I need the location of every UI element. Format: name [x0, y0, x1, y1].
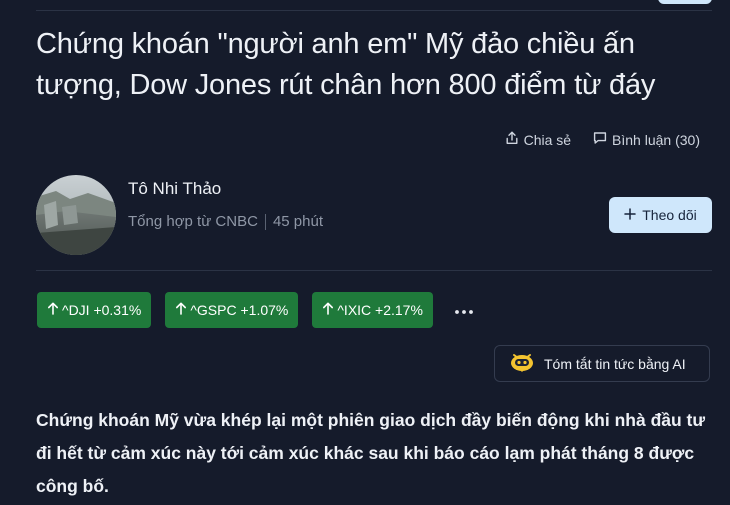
follow-label: Theo dõi [642, 207, 697, 223]
top-divider [36, 10, 712, 11]
follow-button[interactable]: Theo dõi [609, 197, 712, 233]
ai-summary-label: Tóm tắt tin tức bằng AI [544, 355, 686, 372]
comment-icon [593, 131, 607, 148]
arrow-up-icon [322, 302, 334, 318]
ticker-label: ^DJI +0.31% [62, 302, 142, 318]
author-meta: Tổng hợp từ CNBC 45 phút [128, 213, 323, 230]
ticker-list: ^DJI +0.31% ^GSPC +1.07% ^IXIC +2.17% [37, 292, 479, 328]
share-icon [505, 131, 519, 148]
more-tickers-button[interactable] [449, 292, 479, 328]
share-button[interactable]: Chia sẻ [505, 131, 571, 148]
article-actions: Chia sẻ Bình luận (30) [505, 131, 700, 148]
ai-bot-icon [510, 351, 534, 376]
more-icon [455, 301, 473, 319]
publish-time: 45 phút [272, 213, 323, 230]
author-source: Tổng hợp từ CNBC [128, 213, 258, 230]
section-divider [36, 270, 712, 271]
article-lead: Chứng khoán Mỹ vừa khép lại một phiên gi… [36, 410, 706, 496]
avatar[interactable] [36, 175, 116, 255]
ticker-dji[interactable]: ^DJI +0.31% [37, 292, 152, 328]
ai-summary-button[interactable]: Tóm tắt tin tức bằng AI [494, 345, 710, 382]
ticker-label: ^GSPC +1.07% [190, 302, 289, 318]
ticker-ixic[interactable]: ^IXIC +2.17% [312, 292, 433, 328]
meta-separator [264, 213, 266, 230]
plus-icon [624, 207, 636, 223]
article-title: Chứng khoán "người anh em" Mỹ đảo chiều … [36, 28, 656, 101]
top-button-fragment[interactable] [658, 0, 712, 4]
ticker-gspc[interactable]: ^GSPC +1.07% [165, 292, 299, 328]
comment-button[interactable]: Bình luận (30) [593, 131, 700, 148]
arrow-up-icon [47, 302, 59, 318]
author-block: Tô Nhi Thảo Tổng hợp từ CNBC 45 phút The… [36, 175, 712, 255]
author-name[interactable]: Tô Nhi Thảo [128, 179, 221, 199]
share-label: Chia sẻ [523, 131, 572, 148]
arrow-up-icon [175, 302, 187, 318]
ticker-label: ^IXIC +2.17% [337, 302, 423, 318]
comment-label: Bình luận (30) [612, 131, 700, 148]
